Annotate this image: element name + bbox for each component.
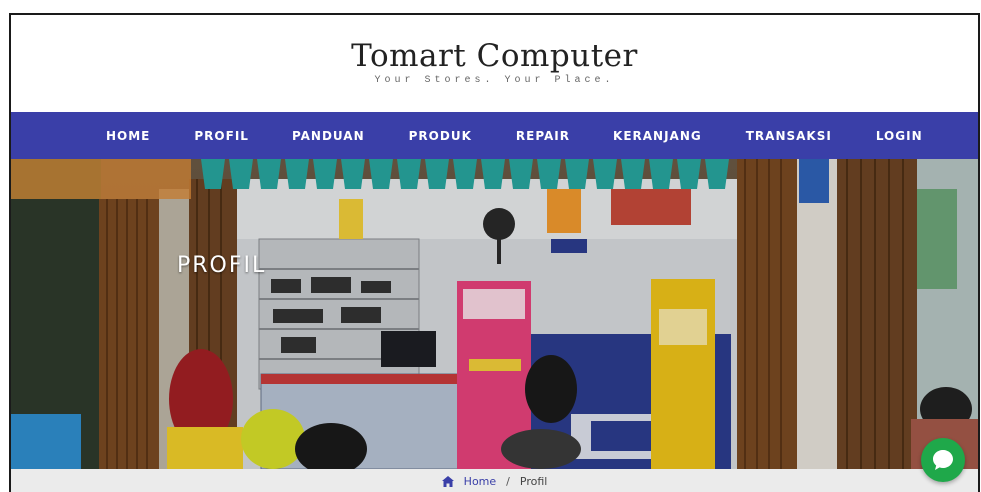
breadcrumb-separator: /	[506, 475, 510, 488]
store-front-image	[11, 159, 978, 469]
chat-icon	[933, 450, 953, 470]
site-tagline: Your Stores. Your Place.	[374, 75, 615, 86]
nav-item-home[interactable]: HOME	[106, 129, 150, 143]
site-title[interactable]: Tomart Computer	[11, 39, 978, 73]
main-navbar: HOME PROFIL PANDUAN PRODUK REPAIR KERANJ…	[11, 112, 978, 159]
nav-item-repair[interactable]: REPAIR	[516, 129, 570, 143]
home-icon	[441, 476, 454, 487]
hero-title: PROFIL	[177, 253, 267, 278]
nav-item-transaksi[interactable]: TRANSAKSI	[746, 129, 832, 143]
chat-button[interactable]	[921, 438, 965, 482]
page-frame: Tomart Computer Your Stores. Your Place.…	[9, 13, 980, 492]
breadcrumb-home-link[interactable]: Home	[441, 475, 497, 488]
breadcrumb-current: Profil	[519, 475, 548, 488]
nav-item-login[interactable]: LOGIN	[876, 129, 923, 143]
hero-banner: PROFIL	[11, 159, 978, 469]
nav-item-keranjang[interactable]: KERANJANG	[613, 129, 702, 143]
nav-item-profil[interactable]: PROFIL	[194, 129, 249, 143]
breadcrumb: Home / Profil	[11, 469, 978, 492]
nav-item-produk[interactable]: PRODUK	[409, 129, 472, 143]
nav-item-panduan[interactable]: PANDUAN	[292, 129, 365, 143]
site-header: Tomart Computer Your Stores. Your Place.	[11, 15, 978, 112]
breadcrumb-home-label: Home	[463, 475, 497, 488]
